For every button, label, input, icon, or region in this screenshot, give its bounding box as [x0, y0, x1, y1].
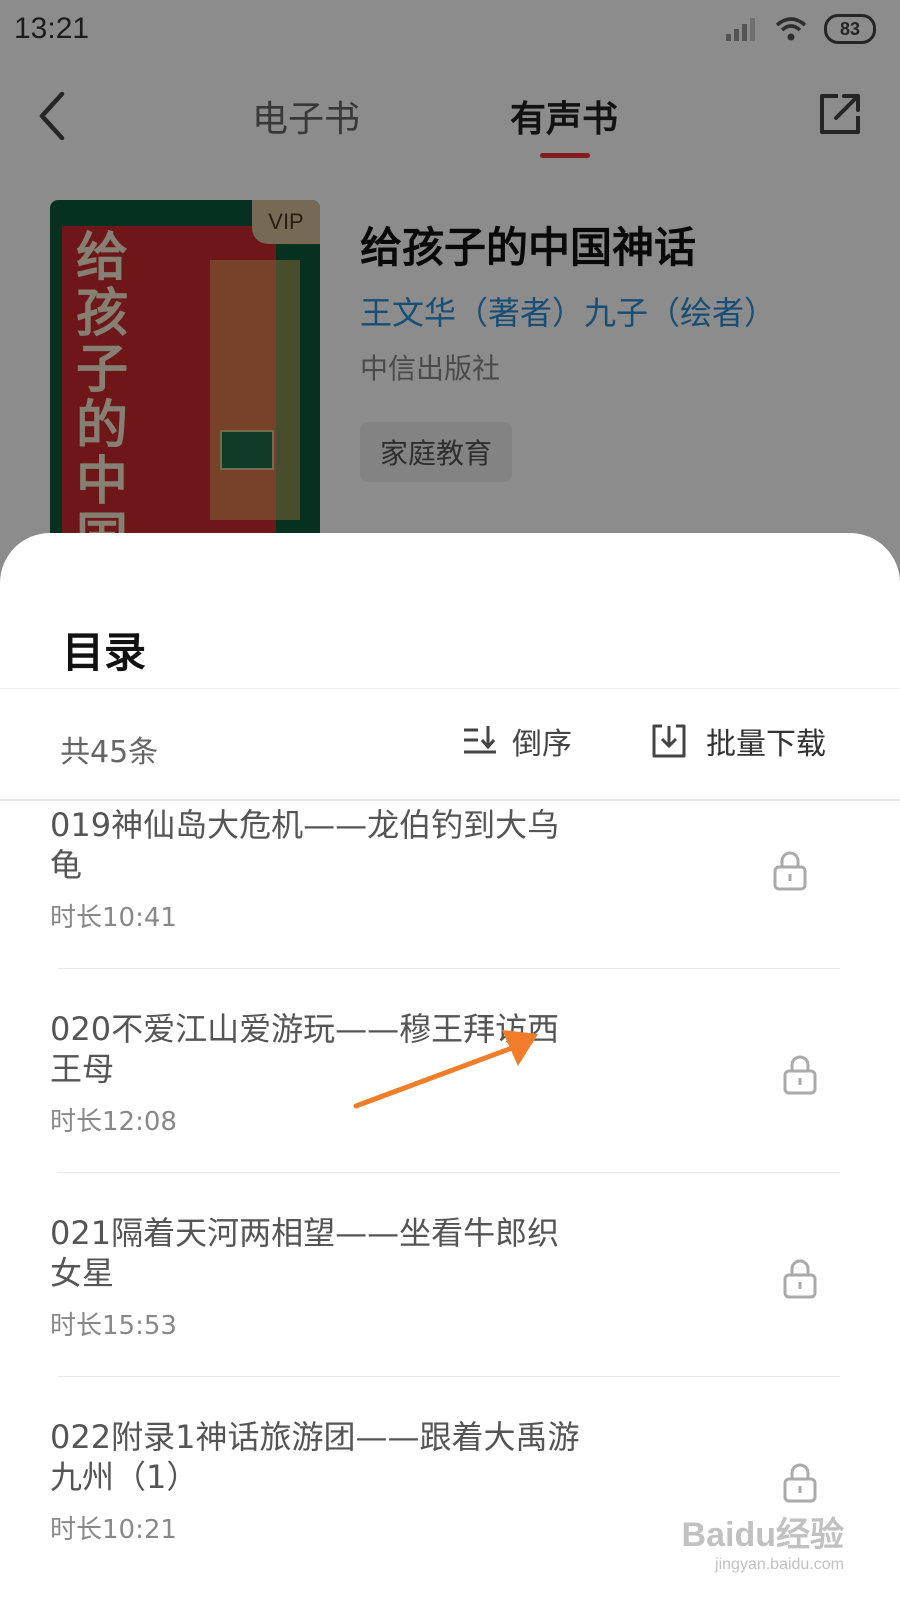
chapter-duration: 时长10:41	[50, 903, 177, 933]
watermark: Baidu经验 jingyan.baidu.com	[682, 1507, 844, 1574]
chapter-title: 019神仙岛大危机——龙伯钓到大乌龟	[50, 806, 560, 884]
lock-icon	[783, 1463, 817, 1503]
lock-icon	[783, 1259, 817, 1299]
chapter-title: 021隔着天河两相望——坐看牛郎织女星	[50, 1214, 560, 1292]
sort-button[interactable]: 倒序	[462, 719, 572, 763]
download-icon	[652, 724, 686, 758]
chapter-item[interactable]: 019神仙岛大危机——龙伯钓到大乌龟 时长10:41	[0, 801, 900, 1005]
catalog-toolbar: 共45条 倒序 批量下载	[0, 689, 900, 799]
annotation-arrow-icon	[353, 1030, 538, 1109]
download-label: 批量下载	[706, 727, 826, 762]
lock-icon	[783, 1055, 817, 1095]
sheet-title: 目录	[62, 628, 147, 677]
screen: 13:21 83 电子书 有声书 给孩子的中 VIP 给孩子的中国神话 王文华（…	[0, 0, 900, 1600]
chapter-item[interactable]: 021隔着天河两相望——坐看牛郎织女星 时长15:53	[0, 1209, 900, 1413]
sort-label: 倒序	[512, 727, 572, 762]
watermark-url: jingyan.baidu.com	[715, 1556, 844, 1573]
chapter-duration: 时长12:08	[50, 1107, 177, 1137]
divider	[58, 968, 840, 969]
chapter-duration: 时长10:21	[50, 1515, 177, 1545]
divider	[58, 1172, 840, 1173]
sort-icon	[464, 726, 496, 754]
batch-download-button[interactable]: 批量下载	[650, 719, 826, 763]
lock-icon	[773, 851, 807, 891]
chapter-title: 022附录1神话旅游团——跟着大禹游九州（1）	[50, 1418, 580, 1496]
divider	[58, 1376, 840, 1377]
watermark-logo: Baidu经验	[681, 1516, 844, 1554]
chapter-count: 共45条	[60, 735, 159, 770]
chapter-duration: 时长15:53	[50, 1311, 177, 1341]
